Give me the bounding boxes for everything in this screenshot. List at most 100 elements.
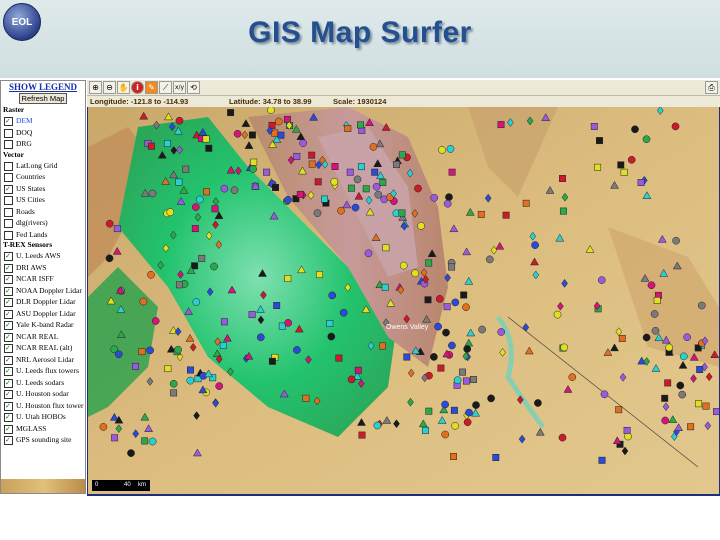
sensor-marker-circle[interactable] (99, 423, 108, 431)
sensor-marker-square[interactable] (175, 178, 183, 186)
layer-row[interactable]: U. Utah HOBOs (1, 411, 85, 423)
layer-row[interactable]: US States (1, 183, 85, 195)
layer-row[interactable]: MGLASS (1, 423, 85, 435)
sensor-marker-square[interactable] (164, 365, 172, 373)
xy-zoom-icon[interactable]: x/y (173, 81, 186, 94)
sensor-marker-circle[interactable] (215, 382, 224, 390)
sensor-marker-square[interactable] (362, 185, 370, 193)
sensor-marker-square[interactable] (321, 195, 328, 203)
sensor-marker-circle[interactable] (330, 177, 339, 186)
layer-row[interactable]: DRI AWS (1, 262, 85, 274)
sensor-marker-circle[interactable] (497, 328, 506, 336)
sensor-marker-circle[interactable] (534, 399, 542, 407)
layer-row[interactable]: Yale K-band Radar (1, 319, 85, 331)
sensor-marker-square[interactable] (211, 205, 219, 213)
sensor-marker-circle[interactable] (191, 203, 200, 211)
sensor-marker-square[interactable] (263, 168, 271, 176)
sensor-marker-circle[interactable] (435, 295, 444, 303)
sensor-marker-circle[interactable] (399, 261, 408, 270)
sensor-marker-square[interactable] (695, 400, 703, 408)
sensor-marker-circle[interactable] (274, 117, 283, 126)
sensor-marker-square[interactable] (696, 366, 704, 373)
sensor-marker-square[interactable] (220, 318, 228, 326)
sensor-marker-square[interactable] (382, 244, 390, 252)
sensor-marker-circle[interactable] (553, 310, 562, 319)
sensor-marker-circle[interactable] (256, 333, 265, 342)
info-icon[interactable]: i (131, 81, 144, 94)
sensor-marker-square[interactable] (594, 163, 602, 171)
sensor-marker-circle[interactable] (414, 184, 422, 193)
sensor-marker-circle[interactable] (105, 254, 114, 263)
sensor-marker-circle[interactable] (672, 236, 680, 245)
layer-checkbox[interactable] (4, 286, 13, 296)
sensor-marker-circle[interactable] (175, 116, 184, 125)
sensor-marker-square[interactable] (283, 115, 291, 123)
sensor-marker-square[interactable] (460, 291, 468, 299)
sensor-marker-circle[interactable] (210, 262, 218, 271)
sensor-marker-square[interactable] (371, 168, 379, 176)
layer-row[interactable]: LatLong Grid (1, 160, 85, 172)
sensor-marker-square[interactable] (450, 453, 457, 460)
sensor-marker-circle[interactable] (485, 255, 494, 264)
sensor-marker-square[interactable] (191, 225, 199, 233)
layer-row[interactable]: NCAR ISFF (1, 273, 85, 285)
sensor-marker-square[interactable] (596, 137, 603, 145)
sensor-marker-circle[interactable] (463, 418, 472, 427)
layer-row[interactable]: US Cities (1, 194, 85, 206)
sensor-marker-square[interactable] (316, 271, 323, 279)
sensor-marker-circle[interactable] (442, 328, 450, 337)
show-legend-link[interactable]: SHOW LEGEND (1, 82, 85, 92)
sensor-marker-circle[interactable] (353, 175, 362, 184)
sensor-marker-circle[interactable] (558, 433, 567, 442)
layer-checkbox[interactable] (4, 161, 13, 171)
sensor-marker-circle[interactable] (647, 281, 656, 290)
sensor-marker-circle[interactable] (600, 390, 609, 399)
sensor-marker-square[interactable] (615, 406, 623, 414)
sensor-marker-circle[interactable] (148, 437, 157, 446)
zoom-out-icon[interactable]: ⊖ (103, 81, 116, 94)
sensor-marker-circle[interactable] (186, 376, 195, 385)
sensor-marker-circle[interactable] (434, 322, 442, 331)
sensor-marker-square[interactable] (702, 402, 710, 410)
sensor-marker-square[interactable] (227, 109, 235, 117)
sensor-marker-square[interactable] (358, 431, 366, 439)
sensor-marker-circle[interactable] (105, 219, 114, 228)
overview-thumbnail[interactable] (1, 479, 85, 493)
sensor-marker-square[interactable] (182, 165, 190, 173)
sensor-marker-circle[interactable] (347, 375, 356, 384)
pencil-icon[interactable]: ✎ (145, 81, 158, 94)
sensor-marker-circle[interactable] (438, 146, 446, 154)
layer-checkbox[interactable] (4, 140, 13, 149)
sensor-marker-square[interactable] (111, 434, 119, 442)
sensor-marker-circle[interactable] (445, 193, 453, 201)
layer-row[interactable]: U. Houston flux tower (1, 400, 85, 412)
sensor-marker-square[interactable] (357, 163, 365, 171)
layer-checkbox[interactable] (4, 298, 13, 307)
sensor-marker-square[interactable] (138, 348, 146, 356)
sensor-marker-circle[interactable] (446, 145, 455, 153)
refresh-map-button[interactable]: Refresh Map (18, 93, 68, 104)
sensor-marker-circle[interactable] (267, 107, 275, 114)
sensor-marker-square[interactable] (198, 254, 206, 262)
sensor-marker-circle[interactable] (430, 353, 438, 361)
sensor-marker-circle[interactable] (430, 193, 439, 202)
terrain-map[interactable]: Owens Valley (88, 107, 719, 494)
sensor-marker-square[interactable] (326, 320, 334, 327)
sensor-marker-square[interactable] (637, 179, 645, 186)
sensor-marker-square[interactable] (379, 178, 387, 186)
sensor-marker-circle[interactable] (249, 165, 257, 173)
sensor-marker-square[interactable] (147, 142, 155, 150)
sensor-marker-circle[interactable] (337, 206, 345, 215)
sensor-marker-circle[interactable] (453, 376, 462, 385)
layer-checkbox[interactable] (4, 309, 13, 319)
sensor-marker-circle[interactable] (220, 184, 229, 193)
sensor-marker-circle[interactable] (374, 190, 383, 199)
sensor-marker-circle[interactable] (651, 326, 660, 335)
layer-row[interactable]: DOQ (1, 127, 85, 139)
layer-checkbox[interactable] (4, 390, 13, 399)
sensor-marker-square[interactable] (470, 376, 477, 383)
sensor-marker-circle[interactable] (560, 343, 569, 352)
sensor-marker-square[interactable] (308, 160, 316, 168)
sensor-marker-square[interactable] (398, 151, 406, 159)
sensor-marker-square[interactable] (443, 303, 451, 311)
